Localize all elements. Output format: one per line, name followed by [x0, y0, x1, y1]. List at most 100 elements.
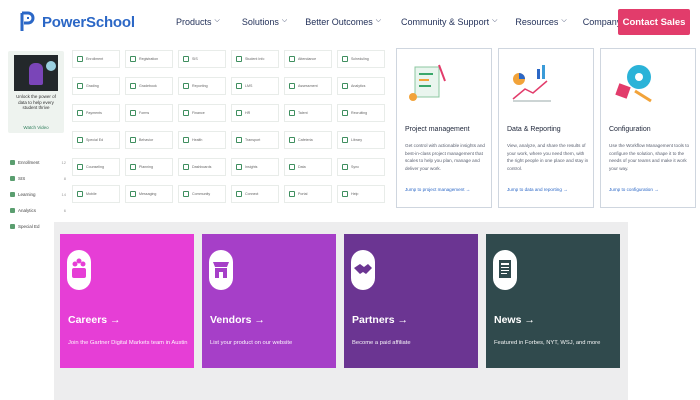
- product-grid-item[interactable]: Gradebook: [125, 77, 173, 95]
- product-icon: [130, 191, 136, 197]
- product-grid-item[interactable]: Attendance: [284, 50, 332, 68]
- data-reporting-illustration-icon: [507, 61, 555, 105]
- product-grid-item[interactable]: Student Info: [231, 50, 279, 68]
- product-grid-item[interactable]: Counseling: [72, 158, 120, 176]
- card-title: Partners →: [352, 314, 408, 326]
- product-label: Messaging: [139, 192, 157, 196]
- product-label: Counseling: [86, 165, 104, 169]
- partners-card[interactable]: Partners → Become a paid affiliate: [344, 234, 478, 368]
- category-item[interactable]: Learning 14: [10, 186, 66, 202]
- nav-community-support[interactable]: Community & Support ⌵: [401, 17, 497, 27]
- product-label: Health: [192, 138, 203, 142]
- product-grid-item[interactable]: HR: [231, 104, 279, 122]
- product-icon: [130, 83, 136, 89]
- circle-graphic-icon: [46, 61, 56, 71]
- product-label: Registration: [139, 57, 159, 61]
- product-icon: [342, 191, 348, 197]
- product-grid-item[interactable]: Mobile: [72, 185, 120, 203]
- product-grid-item[interactable]: Health: [178, 131, 226, 149]
- contact-sales-button[interactable]: Contact Sales: [618, 9, 690, 35]
- chevron-down-icon: ⌵: [375, 17, 382, 24]
- careers-card[interactable]: Careers → Join the Gartner Digital Marke…: [60, 234, 194, 368]
- product-label: Behavior: [139, 138, 154, 142]
- card-title-text: Partners: [352, 314, 395, 326]
- feature-card-project-management[interactable]: Project management Get control with acti…: [396, 48, 492, 208]
- promo-link[interactable]: Watch Video: [12, 125, 60, 130]
- product-grid-item[interactable]: SIS: [178, 50, 226, 68]
- product-grid-item[interactable]: Planning: [125, 158, 173, 176]
- product-label: Scheduling: [351, 57, 369, 61]
- product-grid-item[interactable]: Cafeteria: [284, 131, 332, 149]
- category-item[interactable]: SIS 8: [10, 170, 66, 186]
- feature-link[interactable]: Jump to project management →: [405, 187, 470, 192]
- product-label: Payments: [86, 111, 102, 115]
- product-label: Grading: [86, 84, 99, 88]
- product-grid-item[interactable]: Portal: [284, 185, 332, 203]
- news-card[interactable]: News → Featured in Forbes, NYT, WSJ, and…: [486, 234, 620, 368]
- chevron-down-icon: ⌵: [492, 17, 498, 24]
- product-grid-item[interactable]: Community: [178, 185, 226, 203]
- feature-title: Configuration: [609, 126, 651, 133]
- feature-description: Get control with actionable insights and…: [405, 143, 485, 171]
- feature-link[interactable]: Jump to data and reporting →: [507, 187, 568, 192]
- nav-solutions[interactable]: Solutions ⌵: [242, 17, 287, 27]
- feature-title: Project management: [405, 126, 470, 133]
- product-grid-item[interactable]: Insights: [231, 158, 279, 176]
- product-grid-item[interactable]: Payments: [72, 104, 120, 122]
- arrow-right-icon: →: [654, 187, 659, 192]
- product-grid-item[interactable]: Finance: [178, 104, 226, 122]
- product-label: Reporting: [192, 84, 208, 88]
- product-grid-item[interactable]: Sync: [337, 158, 385, 176]
- nav-better-outcomes[interactable]: Better Outcomes ⌵: [305, 17, 381, 27]
- product-label: SIS: [192, 57, 198, 61]
- product-grid-item[interactable]: Enrollment: [72, 50, 120, 68]
- brand-name: PowerSchool: [42, 13, 135, 31]
- product-grid-item[interactable]: Special Ed: [72, 131, 120, 149]
- product-grid-item[interactable]: Registration: [125, 50, 173, 68]
- product-grid-item[interactable]: LMS: [231, 77, 279, 95]
- product-grid-item[interactable]: Analytics: [337, 77, 385, 95]
- product-grid-item[interactable]: Transport: [231, 131, 279, 149]
- card-title-text: News: [494, 314, 522, 326]
- newspaper-icon: [493, 250, 517, 290]
- product-grid-item[interactable]: Data: [284, 158, 332, 176]
- product-icon: [183, 137, 189, 143]
- product-grid-item[interactable]: Help: [337, 185, 385, 203]
- vendors-card[interactable]: Vendors → List your product on our websi…: [202, 234, 336, 368]
- product-grid-item[interactable]: Forms: [125, 104, 173, 122]
- product-label: Finance: [192, 111, 205, 115]
- category-label: Learning: [18, 191, 36, 197]
- category-item[interactable]: Analytics 6: [10, 202, 66, 218]
- nav-products[interactable]: Products ⌵: [176, 17, 220, 27]
- product-label: Connect: [245, 192, 259, 196]
- product-grid-item[interactable]: Messaging: [125, 185, 173, 203]
- arrow-right-icon: →: [524, 314, 535, 326]
- product-icon: [183, 56, 189, 62]
- feature-card-data-reporting[interactable]: Data & Reporting View, analyze, and shar…: [498, 48, 594, 208]
- product-grid-item[interactable]: Reporting: [178, 77, 226, 95]
- card-title: Careers →: [68, 314, 121, 326]
- feature-title: Data & Reporting: [507, 126, 561, 133]
- product-grid-item[interactable]: Dashboards: [178, 158, 226, 176]
- category-count: 8: [63, 175, 66, 181]
- category-item[interactable]: Enrollment 12: [10, 154, 66, 170]
- product-grid-item[interactable]: Scheduling: [337, 50, 385, 68]
- powerschool-logo[interactable]: PowerSchool: [18, 10, 135, 34]
- product-grid-item[interactable]: Assessment: [284, 77, 332, 95]
- product-icon: [77, 56, 83, 62]
- feature-link[interactable]: Jump to configuration →: [609, 187, 659, 192]
- nav-resources[interactable]: Resources ⌵: [515, 17, 566, 27]
- product-grid-item[interactable]: Behavior: [125, 131, 173, 149]
- product-icon: [236, 110, 242, 116]
- main-menu: Products ⌵ Solutions ⌵ Better Outcomes ⌵ Co…: [176, 17, 630, 27]
- arrow-right-icon: →: [563, 187, 568, 192]
- feature-card-configuration[interactable]: Configuration Use the Workflow Managemen…: [600, 48, 696, 208]
- promo-card[interactable]: Unlock the power of data to help every s…: [8, 51, 64, 133]
- card-title: News →: [494, 314, 535, 326]
- product-grid-item[interactable]: Grading: [72, 77, 120, 95]
- product-grid-item[interactable]: Talent: [284, 104, 332, 122]
- project-management-illustration-icon: [405, 61, 453, 105]
- product-grid-item[interactable]: Connect: [231, 185, 279, 203]
- product-grid-item[interactable]: Recruiting: [337, 104, 385, 122]
- product-grid-item[interactable]: Library: [337, 131, 385, 149]
